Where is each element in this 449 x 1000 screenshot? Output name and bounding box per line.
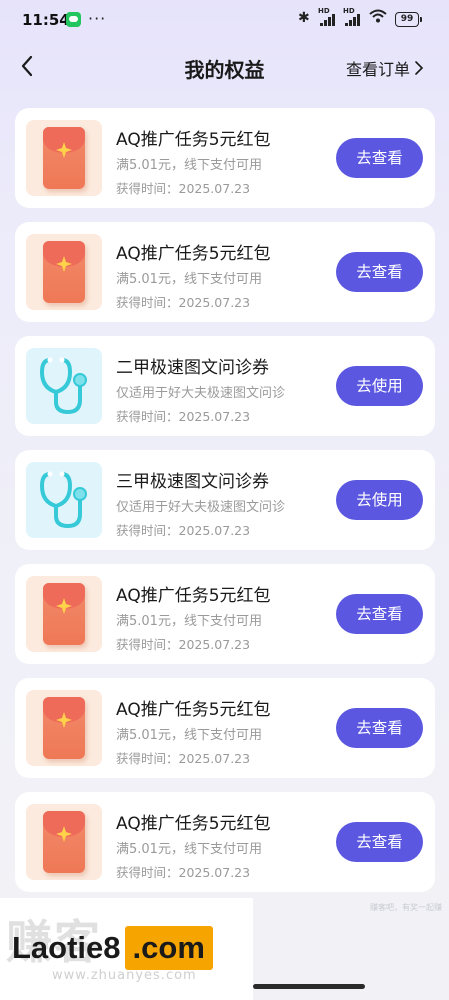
benefit-desc: 满5.01元，线下支付可用 — [116, 158, 262, 173]
benefit-date: 获得时间：2025.07.23 — [116, 295, 251, 310]
bluetooth-icon: ✱ — [298, 10, 310, 26]
wechat-notification-icon — [66, 12, 81, 27]
benefit-card[interactable]: AQ推广任务5元红包 满5.01元，线下支付可用 获得时间：2025.07.23… — [15, 222, 435, 322]
chevron-right-icon — [415, 61, 424, 75]
benefit-desc: 满5.01元，线下支付可用 — [116, 614, 262, 629]
benefit-name: AQ推广任务5元红包 — [116, 244, 271, 264]
coupon-thumbnail — [26, 348, 102, 424]
red-envelope-icon — [43, 583, 85, 645]
benefit-date: 获得时间：2025.07.23 — [116, 523, 251, 538]
benefit-name: 二甲极速图文问诊券 — [116, 358, 269, 378]
benefit-name: AQ推广任务5元红包 — [116, 130, 271, 150]
signal-icon — [320, 14, 338, 26]
benefit-card[interactable]: AQ推广任务5元红包 满5.01元，线下支付可用 获得时间：2025.07.23… — [15, 678, 435, 778]
red-envelope-icon — [43, 241, 85, 303]
view-button[interactable]: 去查看 — [336, 252, 423, 292]
benefit-name: AQ推广任务5元红包 — [116, 700, 271, 720]
benefits-list: AQ推广任务5元红包 满5.01元，线下支付可用 获得时间：2025.07.23… — [15, 108, 435, 906]
coupon-thumbnail — [26, 804, 102, 880]
watermark-faint-right: 赚客吧，有奖一起赚 — [370, 903, 442, 912]
benefit-date: 获得时间：2025.07.23 — [116, 751, 251, 766]
coupon-thumbnail — [26, 234, 102, 310]
view-button[interactable]: 去查看 — [336, 822, 423, 862]
benefit-date: 获得时间：2025.07.23 — [116, 181, 251, 196]
benefit-card[interactable]: 三甲极速图文问诊券 仅适用于好大夫极速图文问诊 获得时间：2025.07.23 … — [15, 450, 435, 550]
benefit-name: AQ推广任务5元红包 — [116, 814, 271, 834]
benefit-date: 获得时间：2025.07.23 — [116, 637, 251, 652]
status-bar: 11:54 ··· ✱ HD HD 99 — [0, 0, 449, 40]
benefit-name: AQ推广任务5元红包 — [116, 586, 271, 606]
benefit-name: 三甲极速图文问诊券 — [116, 472, 269, 492]
view-button[interactable]: 去查看 — [336, 708, 423, 748]
view-orders-label: 查看订单 — [346, 60, 411, 79]
status-time: 11:54 — [22, 11, 70, 29]
coupon-thumbnail — [26, 120, 102, 196]
watermark-suffix: .com — [124, 926, 213, 970]
home-indicator[interactable] — [253, 984, 365, 989]
view-orders-link[interactable]: 查看订单 — [346, 56, 424, 80]
benefit-date: 获得时间：2025.07.23 — [116, 865, 251, 880]
coupon-thumbnail — [26, 576, 102, 652]
coupon-thumbnail — [26, 462, 102, 538]
watermark-brand: Laotie8 — [12, 930, 121, 965]
watermark-logo: Laotie8 .com — [12, 923, 213, 973]
benefit-desc: 仅适用于好大夫极速图文问诊 — [116, 386, 286, 401]
use-button[interactable]: 去使用 — [336, 480, 423, 520]
use-button[interactable]: 去使用 — [336, 366, 423, 406]
signal-icon-2 — [345, 14, 363, 26]
benefit-desc: 仅适用于好大夫极速图文问诊 — [116, 500, 286, 515]
benefit-card[interactable]: AQ推广任务5元红包 满5.01元，线下支付可用 获得时间：2025.07.23… — [15, 108, 435, 208]
benefit-date: 获得时间：2025.07.23 — [116, 409, 251, 424]
coupon-thumbnail — [26, 690, 102, 766]
view-button[interactable]: 去查看 — [336, 594, 423, 634]
more-notifications-icon: ··· — [88, 9, 107, 28]
red-envelope-icon — [43, 127, 85, 189]
stethoscope-icon — [39, 471, 87, 529]
benefit-desc: 满5.01元，线下支付可用 — [116, 728, 262, 743]
benefit-card[interactable]: 二甲极速图文问诊券 仅适用于好大夫极速图文问诊 获得时间：2025.07.23 … — [15, 336, 435, 436]
benefit-desc: 满5.01元，线下支付可用 — [116, 272, 262, 287]
battery-icon: 99 — [395, 12, 422, 27]
benefit-card[interactable]: AQ推广任务5元红包 满5.01元，线下支付可用 获得时间：2025.07.23… — [15, 564, 435, 664]
wifi-icon — [369, 9, 387, 27]
benefit-desc: 满5.01元，线下支付可用 — [116, 842, 262, 857]
red-envelope-icon — [43, 697, 85, 759]
view-button[interactable]: 去查看 — [336, 138, 423, 178]
stethoscope-icon — [39, 357, 87, 415]
red-envelope-icon — [43, 811, 85, 873]
benefit-card[interactable]: AQ推广任务5元红包 满5.01元，线下支付可用 获得时间：2025.07.23… — [15, 792, 435, 892]
